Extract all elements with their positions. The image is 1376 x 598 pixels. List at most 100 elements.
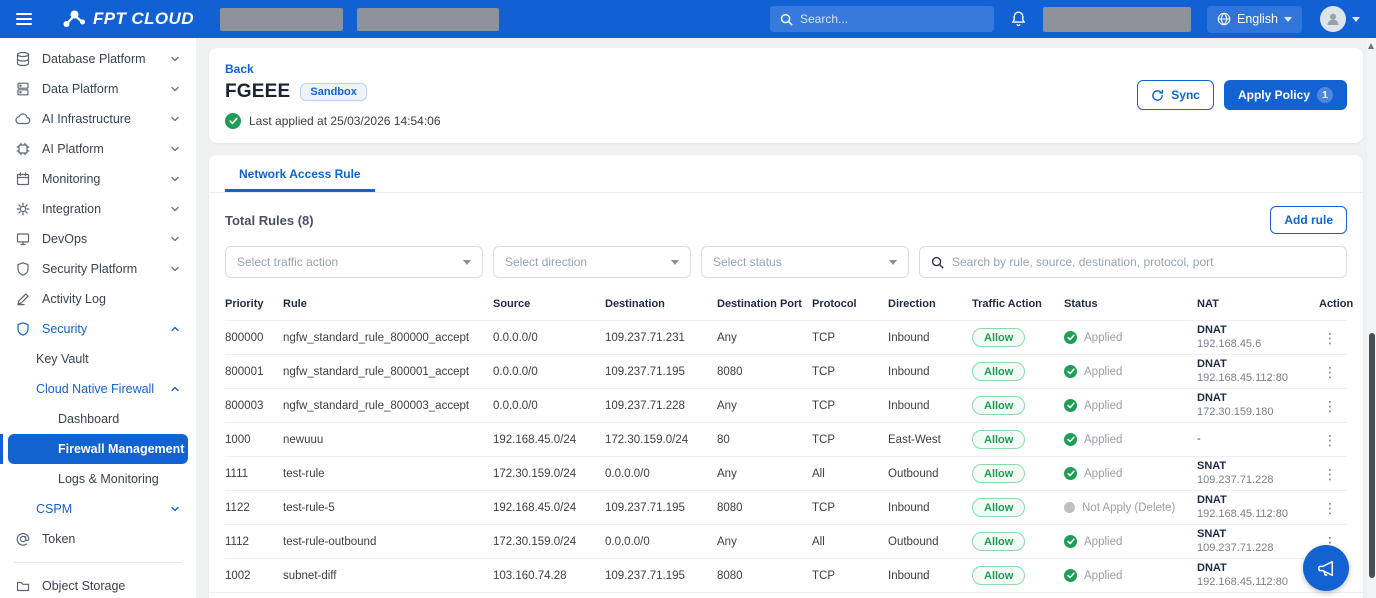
nat-value: 192.168.45.6 bbox=[1197, 337, 1262, 350]
nat-value: 192.168.45.112:80 bbox=[1197, 371, 1288, 384]
sidebar-divider bbox=[14, 562, 182, 563]
traffic-action-cell: Allow bbox=[972, 362, 1064, 381]
table-row: 1002 subnet-diff 103.160.74.28 109.237.7… bbox=[225, 558, 1347, 592]
fpt-cloud-logo[interactable]: FPT CLOUD bbox=[62, 9, 194, 29]
traffic-action-placeholder: Select traffic action bbox=[237, 255, 339, 269]
table-row: 1122 test-rule-5 192.168.45.0/24 109.237… bbox=[225, 490, 1347, 524]
search-input[interactable] bbox=[800, 12, 984, 26]
direction-placeholder: Select direction bbox=[505, 255, 588, 269]
bell-icon[interactable] bbox=[1010, 10, 1027, 28]
sidebar-item-devops[interactable]: DevOps bbox=[0, 224, 196, 254]
nat-value: 109.237.71.228 bbox=[1197, 473, 1274, 486]
column-header-traffic-action: Traffic Action bbox=[972, 298, 1042, 310]
sidebar-item-label: Database Platform bbox=[42, 52, 146, 66]
menu-icon[interactable] bbox=[10, 6, 40, 32]
sidebar-item-database-platform[interactable]: Database Platform bbox=[0, 44, 196, 74]
sidebar-item-logs-monitoring[interactable]: Logs & Monitoring bbox=[0, 464, 196, 494]
status-text: Applied bbox=[1084, 433, 1123, 446]
row-actions-kebab-icon[interactable]: ⋮ bbox=[1319, 399, 1349, 413]
sidebar-item-data-platform[interactable]: Data Platform bbox=[0, 74, 196, 104]
redacted-block bbox=[219, 7, 343, 31]
token-icon bbox=[14, 531, 32, 547]
table-row: 1000 newuuu 192.168.45.0/24 172.30.159.0… bbox=[225, 422, 1347, 456]
row-actions-kebab-icon[interactable]: ⋮ bbox=[1319, 433, 1349, 447]
sidebar-item-token[interactable]: Token bbox=[0, 524, 196, 554]
row-actions-kebab-icon[interactable]: ⋮ bbox=[1319, 365, 1349, 379]
sidebar-item-label: Object Storage bbox=[42, 579, 126, 593]
allow-pill: Allow bbox=[972, 362, 1026, 381]
apply-policy-button[interactable]: Apply Policy 1 bbox=[1223, 80, 1347, 110]
column-header-status: Status bbox=[1064, 298, 1098, 310]
traffic-action-select[interactable]: Select traffic action bbox=[225, 246, 483, 278]
source-cell: 0.0.0.0/0 bbox=[493, 331, 538, 344]
sidebar-item-integration[interactable]: Integration bbox=[0, 194, 196, 224]
rule-search-input[interactable] bbox=[952, 255, 1335, 269]
redacted-block bbox=[356, 7, 499, 31]
sidebar-item-firewall-management[interactable]: Firewall Management bbox=[0, 434, 188, 464]
brand-text: FPT CLOUD bbox=[93, 9, 194, 28]
language-selector[interactable]: English bbox=[1207, 5, 1302, 33]
applied-check-icon bbox=[1064, 365, 1077, 378]
table-row: 1112 test-rule-outbound 172.30.159.0/24 … bbox=[225, 524, 1347, 558]
rules-card: Network Access Rule Total Rules (8) Add … bbox=[209, 155, 1363, 598]
row-actions-kebab-icon[interactable]: ⋮ bbox=[1319, 501, 1349, 515]
chevron-down-icon bbox=[170, 144, 180, 154]
scroll-up-arrow-icon[interactable] bbox=[1368, 43, 1374, 49]
priority-cell: 800003 bbox=[225, 399, 264, 412]
chevron-down-icon bbox=[170, 234, 180, 244]
source-cell: 192.168.45.0/24 bbox=[493, 433, 577, 446]
tab-network-access-rule[interactable]: Network Access Rule bbox=[225, 155, 375, 192]
sync-button[interactable]: Sync bbox=[1137, 80, 1214, 110]
sidebar-item-ai-platform[interactable]: AI Platform bbox=[0, 134, 196, 164]
back-link[interactable]: Back bbox=[225, 62, 254, 76]
status-text: Applied bbox=[1084, 365, 1123, 378]
destination-cell: 109.237.71.195 bbox=[605, 569, 685, 582]
allow-pill: Allow bbox=[972, 532, 1026, 551]
direction-select[interactable]: Select direction bbox=[493, 246, 691, 278]
nat-value: - bbox=[1197, 432, 1201, 445]
global-search[interactable] bbox=[770, 6, 994, 32]
row-actions-kebab-icon[interactable]: ⋮ bbox=[1319, 331, 1349, 345]
column-header-nat: NAT bbox=[1197, 298, 1219, 310]
activity-log-icon bbox=[14, 291, 32, 307]
row-actions-kebab-icon[interactable]: ⋮ bbox=[1319, 467, 1349, 481]
traffic-action-cell: Allow bbox=[972, 328, 1064, 347]
sidebar-item-object-storage[interactable]: Object Storage bbox=[0, 571, 196, 598]
user-menu[interactable] bbox=[1320, 6, 1360, 32]
sidebar-item-ai-infrastructure[interactable]: AI Infrastructure bbox=[0, 104, 196, 134]
scrollbar-thumb[interactable] bbox=[1368, 333, 1375, 578]
nat-cell: SNAT 109.237.71.228 bbox=[1197, 460, 1319, 488]
applied-check-icon bbox=[1064, 467, 1077, 480]
sidebar-item-activity-log[interactable]: Activity Log bbox=[0, 284, 196, 314]
destination-cell: 109.237.71.195 bbox=[605, 501, 685, 514]
sidebar-items: Database Platform Data Platform AI Infrast… bbox=[0, 44, 196, 598]
protocol-cell: TCP bbox=[812, 399, 835, 412]
source-cell: 0.0.0.0/0 bbox=[493, 399, 538, 412]
priority-cell: 1111 bbox=[225, 467, 249, 480]
rule-search[interactable] bbox=[919, 246, 1347, 278]
nat-cell: DNAT 192.168.45.112:80 bbox=[1197, 494, 1319, 522]
add-rule-button[interactable]: Add rule bbox=[1270, 206, 1347, 234]
protocol-cell: All bbox=[812, 535, 825, 548]
firewall-header-card: Back FGEEE Sandbox Last applied at 25/03… bbox=[209, 48, 1363, 143]
check-circle-icon bbox=[225, 113, 241, 129]
allow-pill: Allow bbox=[972, 328, 1026, 347]
chevron-down-icon bbox=[170, 204, 180, 214]
status-cell: Applied bbox=[1064, 433, 1197, 446]
sidebar-item-label: Monitoring bbox=[42, 172, 101, 186]
sidebar-item-dashboard[interactable]: Dashboard bbox=[0, 404, 196, 434]
priority-cell: 1112 bbox=[225, 535, 249, 548]
not-applied-dot-icon bbox=[1064, 502, 1075, 513]
status-text: Not Apply (Delete) bbox=[1082, 501, 1176, 514]
feedback-megaphone-button[interactable] bbox=[1303, 545, 1349, 591]
status-select[interactable]: Select status bbox=[701, 246, 909, 278]
integration-icon bbox=[14, 201, 32, 217]
priority-cell: 1002 bbox=[225, 569, 251, 582]
sidebar-item-security-platform[interactable]: Security Platform bbox=[0, 254, 196, 284]
sidebar-item-monitoring[interactable]: Monitoring bbox=[0, 164, 196, 194]
sidebar-item-cspm[interactable]: CSPM bbox=[0, 494, 196, 524]
nat-type: DNAT bbox=[1197, 391, 1227, 404]
sidebar-item-key-vault[interactable]: Key Vault bbox=[0, 344, 196, 374]
sidebar-item-security[interactable]: Security bbox=[0, 314, 196, 344]
sidebar-item-cloud-native-firewall[interactable]: Cloud Native Firewall bbox=[0, 374, 196, 404]
